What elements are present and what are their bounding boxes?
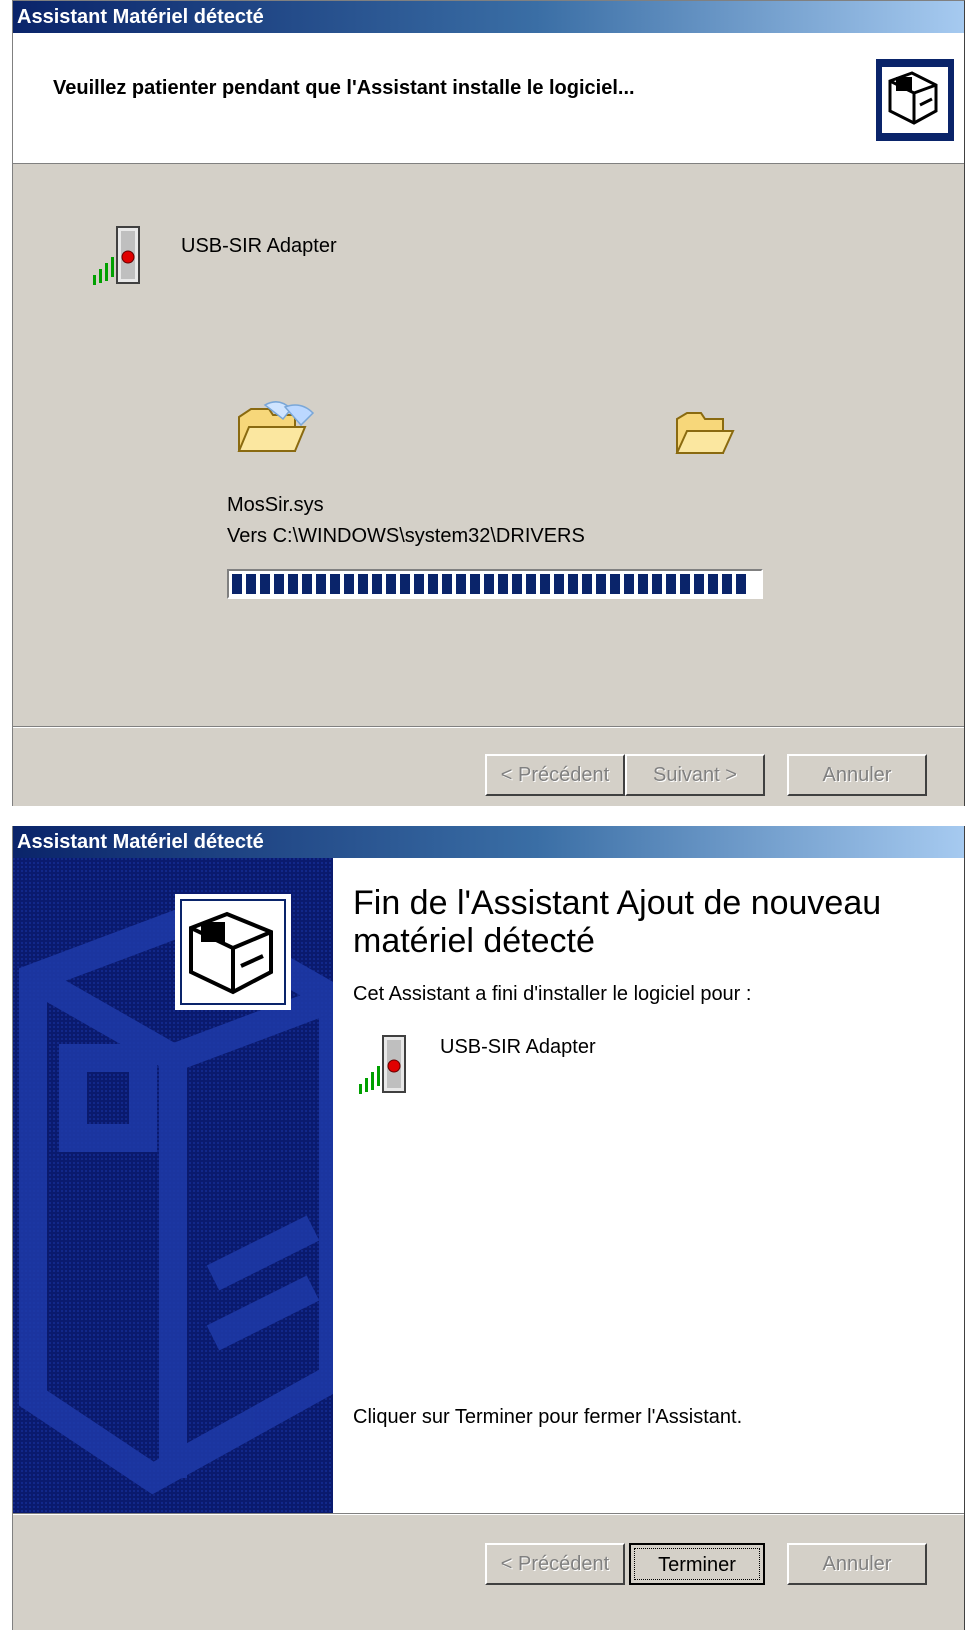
progress-block (386, 574, 396, 594)
progress-block (596, 574, 606, 594)
infrared-device-icon (349, 1032, 419, 1102)
progress-block (568, 574, 578, 594)
window-title: Assistant Matériel détecté (17, 6, 264, 28)
window-title: Assistant Matériel détecté (17, 831, 264, 853)
progress-block (344, 574, 354, 594)
progress-block (274, 574, 284, 594)
finish-instruction: Cliquer sur Terminer pour fermer l'Assis… (353, 1406, 743, 1428)
progress-block (680, 574, 690, 594)
cancel-button-label: Annuler (822, 764, 892, 786)
back-button[interactable]: < Précédent (485, 754, 625, 796)
cancel-button[interactable]: Annuler (787, 1543, 927, 1585)
next-button[interactable]: Suivant > (625, 754, 765, 796)
progress-block (232, 574, 242, 594)
device-name: USB-SIR Adapter (181, 235, 337, 257)
progress-block (736, 574, 746, 594)
progress-block (624, 574, 634, 594)
completion-window: Assistant Matériel détecté Fin de l'Assi… (12, 826, 965, 1630)
progress-block (540, 574, 550, 594)
wizard-header: Veuillez patienter pendant que l'Assista… (13, 33, 964, 164)
current-file-name: MosSir.sys (227, 494, 324, 516)
progress-block (708, 574, 718, 594)
progress-block (302, 574, 312, 594)
progress-block (288, 574, 298, 594)
progress-block (694, 574, 704, 594)
progress-block (246, 574, 256, 594)
progress-block (260, 574, 270, 594)
current-file-destination: Vers C:\WINDOWS\system32\DRIVERS (227, 525, 585, 547)
progress-block (470, 574, 480, 594)
header-title: Veuillez patienter pendant que l'Assista… (53, 77, 635, 99)
progress-block (428, 574, 438, 594)
infrared-device-icon (83, 223, 153, 293)
progress-block (442, 574, 452, 594)
wizard-hardware-icon (175, 894, 291, 1010)
install-progress-bar (227, 569, 763, 599)
device-name: USB-SIR Adapter (440, 1036, 596, 1058)
back-button-label: < Précédent (500, 1553, 610, 1575)
progress-block (638, 574, 648, 594)
completion-subtitle: Cet Assistant a fini d'installer le logi… (353, 983, 752, 1005)
footer-divider (13, 1513, 964, 1515)
completion-heading: Fin de l'Assistant Ajout de nouveau maté… (353, 884, 882, 960)
finish-button-label: Terminer (658, 1554, 736, 1576)
progress-block (722, 574, 732, 594)
cancel-button-label: Annuler (822, 1553, 892, 1575)
next-button-label: Suivant > (653, 764, 737, 786)
titlebar[interactable]: Assistant Matériel détecté (13, 1, 964, 33)
install-progress-window: Assistant Matériel détecté Veuillez pati… (12, 0, 965, 806)
progress-block (582, 574, 592, 594)
progress-block (400, 574, 410, 594)
back-button[interactable]: < Précédent (485, 1543, 625, 1585)
progress-block (666, 574, 676, 594)
progress-block (526, 574, 536, 594)
wizard-hardware-icon (876, 59, 954, 141)
back-button-label: < Précédent (500, 764, 610, 786)
progress-block (652, 574, 662, 594)
progress-block (554, 574, 564, 594)
folder-source-icon (235, 399, 315, 465)
progress-block (498, 574, 508, 594)
progress-block (358, 574, 368, 594)
finish-button-focus-ring: Terminer (634, 1548, 760, 1580)
footer-divider (13, 726, 964, 728)
titlebar[interactable]: Assistant Matériel détecté (13, 826, 964, 858)
finish-button[interactable]: Terminer (629, 1543, 765, 1585)
progress-block (456, 574, 466, 594)
progress-block (372, 574, 382, 594)
progress-block (414, 574, 424, 594)
wizard-main-panel: Fin de l'Assistant Ajout de nouveau maté… (333, 858, 964, 1513)
progress-block (484, 574, 494, 594)
progress-block (512, 574, 522, 594)
wizard-side-panel (13, 858, 333, 1513)
folder-destination-icon (675, 409, 735, 463)
progress-block (610, 574, 620, 594)
progress-block (330, 574, 340, 594)
cancel-button[interactable]: Annuler (787, 754, 927, 796)
progress-block (316, 574, 326, 594)
